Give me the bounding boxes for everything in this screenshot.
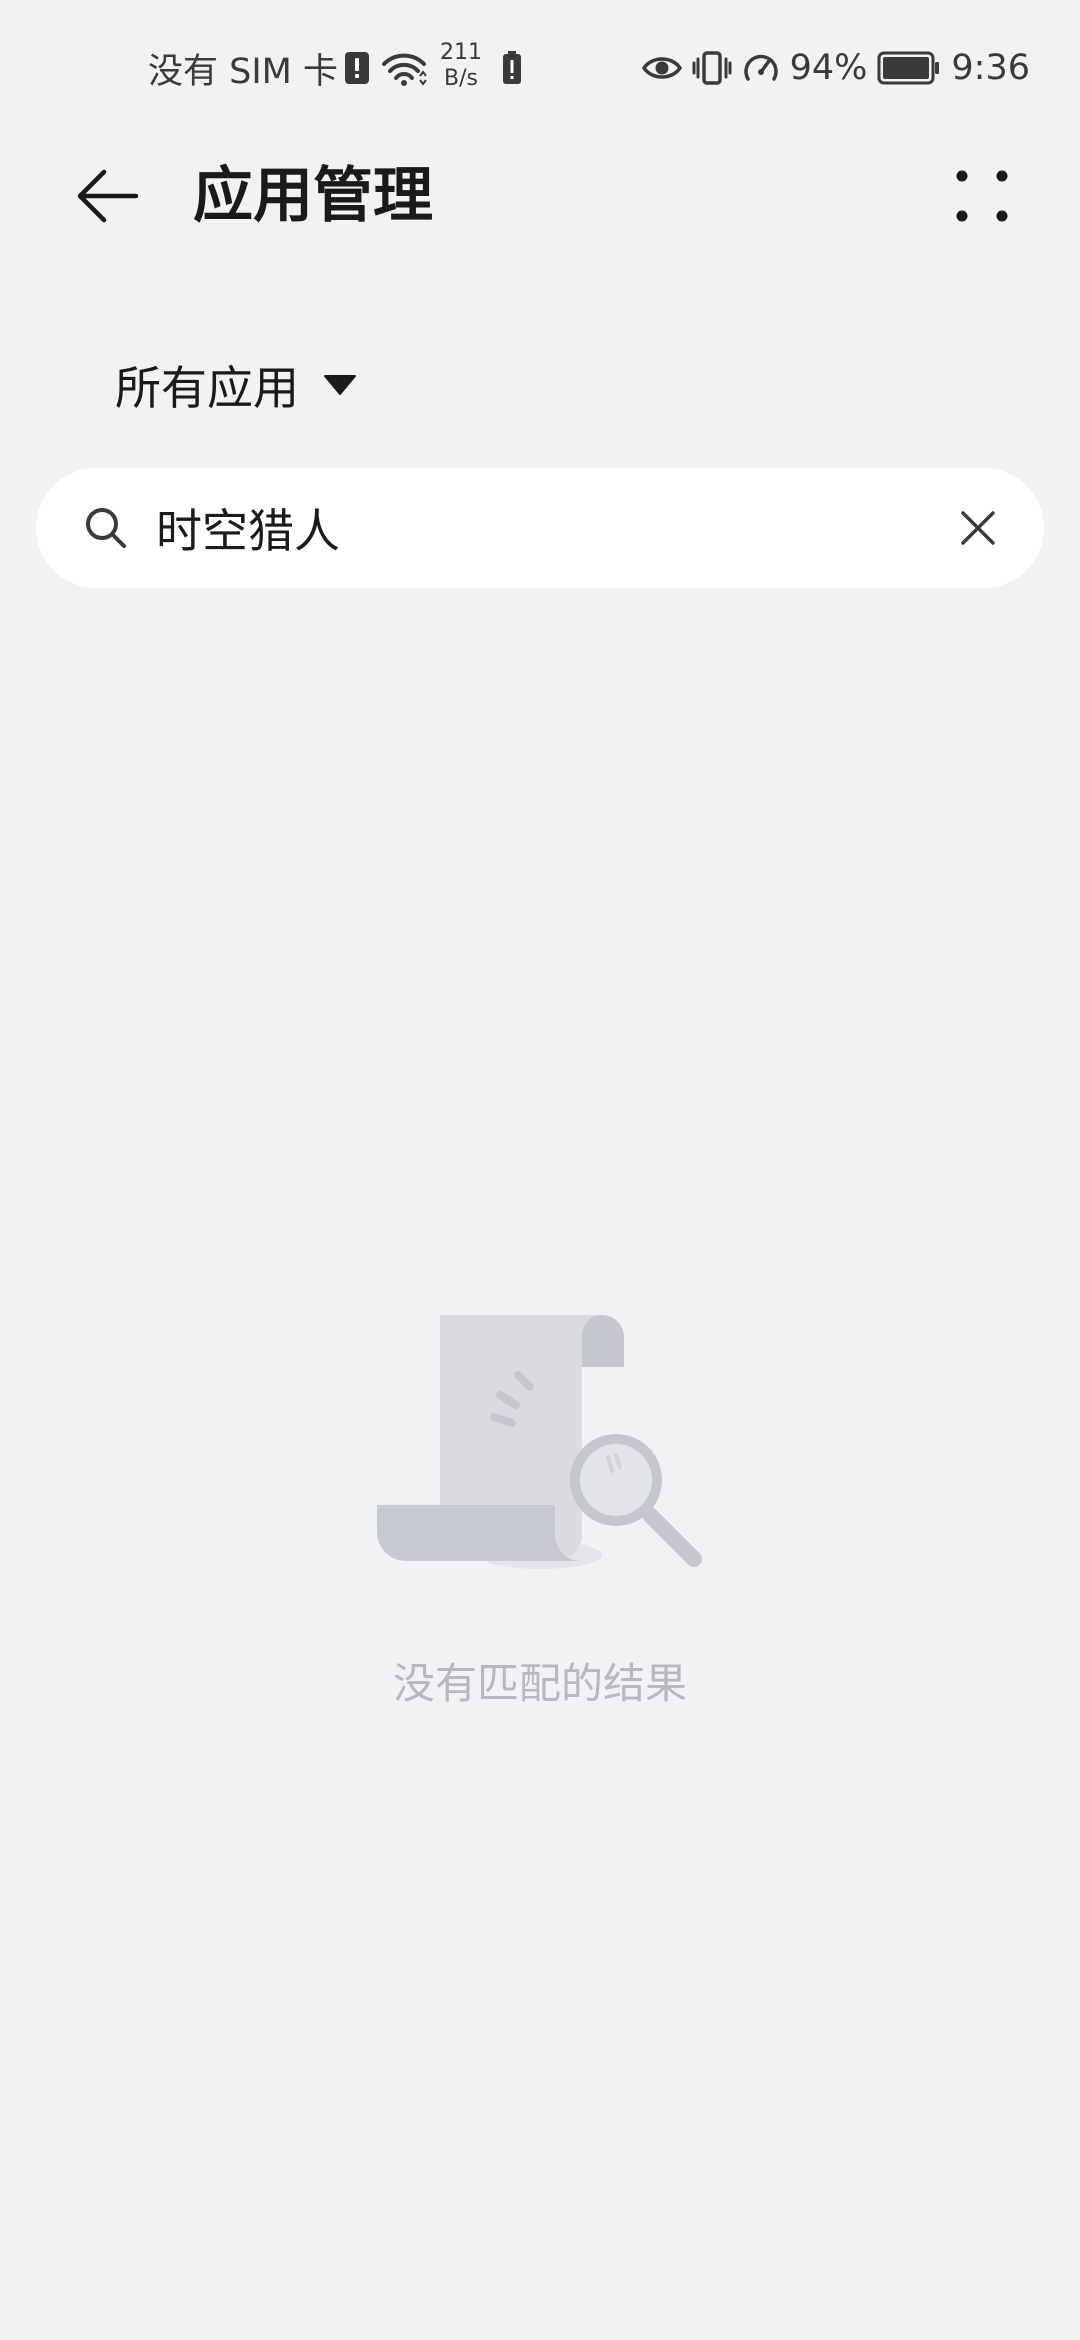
vibrate-icon — [692, 51, 732, 85]
battery-icon — [877, 51, 941, 85]
empty-state-message: 没有匹配的结果 — [392, 1659, 687, 1708]
battery-alert-icon — [502, 51, 522, 85]
status-left: 没有 SIM 卡 211 B/s — [148, 40, 522, 92]
status-bar: 没有 SIM 卡 211 B/s 94% 9:36 — [0, 0, 1080, 130]
search-input[interactable] — [156, 488, 916, 568]
status-right: 94% 9:36 — [641, 44, 1030, 92]
clear-search-button[interactable] — [946, 496, 1010, 560]
clock: 9:36 — [951, 48, 1030, 88]
wifi-icon — [380, 50, 428, 86]
network-speed: 211 B/s — [440, 40, 482, 92]
carrier-label: 没有 SIM 卡 — [148, 51, 338, 92]
caret-down-icon — [323, 373, 357, 397]
no-results-illustration — [377, 1315, 702, 1569]
battery-percent: 94% — [789, 48, 868, 88]
app-bar: 应用管理 — [0, 130, 1080, 260]
close-icon — [961, 511, 995, 545]
search-icon — [78, 500, 134, 556]
page-title: 应用管理 — [193, 161, 433, 231]
network-speed-unit: B/s — [444, 66, 478, 91]
network-speed-value: 211 — [440, 40, 482, 65]
app-filter-dropdown[interactable]: 所有应用 — [115, 355, 357, 415]
back-button[interactable] — [70, 158, 146, 234]
arrow-left-icon — [77, 169, 139, 223]
search-bar — [36, 468, 1044, 588]
more-button[interactable] — [944, 158, 1020, 234]
more-dots-icon — [956, 170, 1008, 222]
filter-label: 所有应用 — [115, 361, 299, 415]
eye-icon — [641, 54, 682, 82]
sim-alert-icon — [344, 51, 370, 85]
speed-icon — [742, 51, 780, 85]
